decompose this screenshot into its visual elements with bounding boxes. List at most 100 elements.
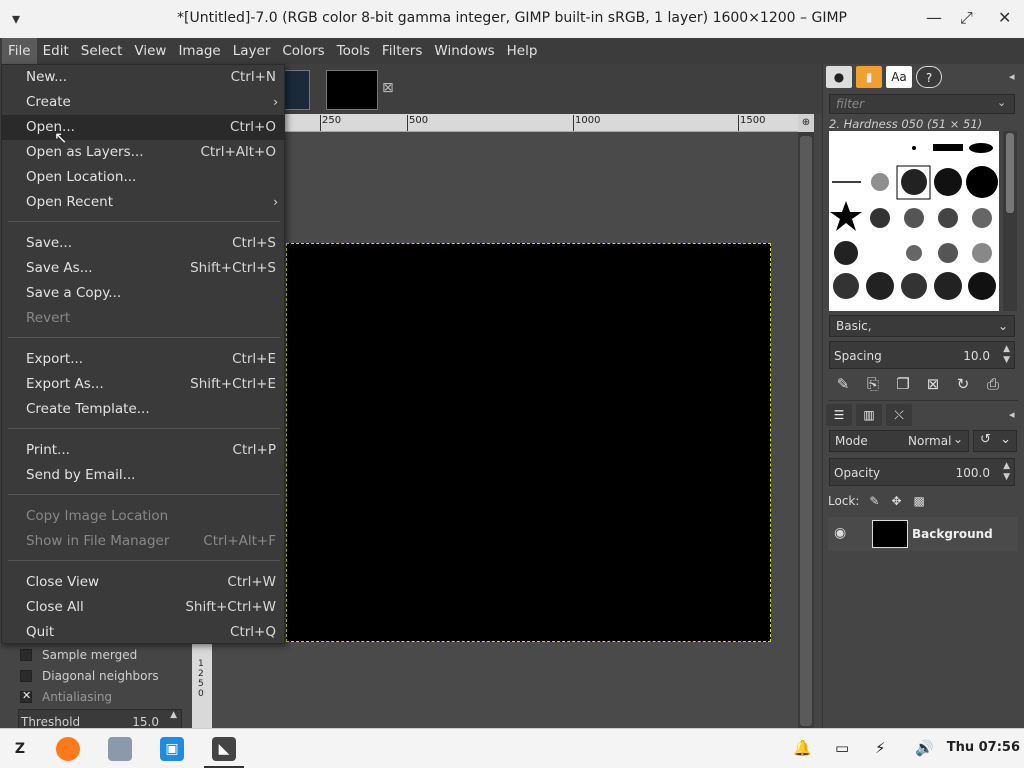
chevron-down-icon: ⌄ [952, 432, 963, 446]
vertical-scrollbar[interactable] [798, 132, 814, 728]
menu-item-new[interactable]: New... Ctrl+N [2, 65, 284, 90]
threshold-spin[interactable]: Threshold 15.0 ▲ [18, 709, 182, 729]
files-icon[interactable] [108, 737, 132, 761]
brush-scrollbar[interactable] [1003, 131, 1017, 311]
layers-tab-icon[interactable]: ☰ [826, 404, 852, 426]
menu-windows[interactable]: Windows [428, 38, 500, 64]
diagonal-neighbors-checkbox[interactable] [20, 670, 32, 682]
brush-scrollbar-thumb[interactable] [1006, 133, 1014, 213]
lock-position-icon[interactable]: ✥ [891, 494, 901, 508]
brush-tag-select[interactable]: Basic, ⌄ [829, 315, 1015, 337]
menu-item-create-template[interactable]: Create Template... [2, 397, 284, 422]
screen-icon[interactable]: ▭ [835, 739, 849, 757]
menu-item-open-recent[interactable]: Open Recent › [2, 190, 284, 215]
menu-item-save[interactable]: Save... Ctrl+S [2, 231, 284, 256]
mode-reset-button[interactable]: ↺ ⌄ [973, 430, 1017, 452]
menu-edit[interactable]: Edit [37, 38, 75, 64]
menu-item-save-as[interactable]: Save As... Shift+Ctrl+S [2, 256, 284, 281]
threshold-up-icon[interactable]: ▲ [170, 710, 177, 720]
clock[interactable]: Thu 07:56 [947, 740, 1020, 755]
image-canvas[interactable] [286, 243, 771, 642]
brush-grid[interactable] [829, 131, 999, 311]
dock-config-icon[interactable]: ◂ [1009, 70, 1015, 83]
zorin-menu-icon[interactable]: Z [8, 737, 32, 761]
diagonal-neighbors-option[interactable]: Diagonal neighbors [20, 669, 159, 683]
menu-item-open[interactable]: Open... Ctrl+O [2, 115, 284, 140]
menu-select[interactable]: Select [75, 38, 129, 64]
paths-tab-icon[interactable]: ⤬ [886, 404, 912, 426]
power-icon[interactable]: ⚡ [875, 739, 886, 757]
patterns-tab-icon[interactable]: ▮ [856, 66, 882, 88]
sample-merged-checkbox[interactable] [20, 649, 32, 661]
menu-colors[interactable]: Colors [276, 38, 330, 64]
scrollbar-thumb[interactable] [800, 136, 812, 726]
filter-dropdown-icon[interactable]: ⌄ [997, 96, 1006, 109]
fonts-tab-icon[interactable]: Aa [886, 66, 912, 88]
channels-tab-icon[interactable]: ▥ [856, 404, 882, 426]
software-store-icon[interactable]: ▣ [160, 737, 184, 761]
menu-item-print[interactable]: Print... Ctrl+P [2, 438, 284, 463]
menu-item-save-copy[interactable]: Save a Copy... [2, 281, 284, 306]
spacing-spin[interactable]: Spacing 10.0 ▲ ▼ [829, 341, 1015, 369]
menu-file[interactable]: File [2, 38, 37, 64]
spin-arrows-icon[interactable]: ▲ ▼ [1003, 344, 1010, 366]
menu-item-export-as[interactable]: Export As... Shift+Ctrl+E [2, 372, 284, 397]
sample-merged-option[interactable]: Sample merged [20, 648, 137, 662]
brushes-tab-icon[interactable]: ● [826, 66, 852, 88]
help-tab-icon[interactable]: ? [916, 66, 942, 88]
menu-layer[interactable]: Layer [227, 38, 277, 64]
dock-divider[interactable] [828, 400, 1018, 401]
close-tab-icon[interactable]: ⊠ [382, 80, 394, 96]
menu-item-accel: Shift+Ctrl+E [190, 376, 276, 392]
gimp-taskbar-icon[interactable]: ◣ [212, 737, 236, 761]
duplicate-brush-icon[interactable]: ❐ [888, 375, 918, 393]
menu-item-open-as-layers[interactable]: Open as Layers... Ctrl+Alt+O [2, 140, 284, 165]
menu-item-quit[interactable]: Quit Ctrl+Q [2, 620, 284, 645]
edit-brush-icon[interactable]: ✎ [828, 375, 858, 393]
menu-filters[interactable]: Filters [376, 38, 428, 64]
eye-icon[interactable]: ◉ [834, 525, 846, 541]
menu-item-accel: Ctrl+Alt+F [203, 533, 276, 549]
image-tab-untitled[interactable] [326, 70, 378, 110]
menu-image[interactable]: Image [172, 38, 226, 64]
menu-item-close-all[interactable]: Close All Shift+Ctrl+W [2, 595, 284, 620]
menu-item-export[interactable]: Export... Ctrl+E [2, 347, 284, 372]
refresh-brushes-icon[interactable]: ↻ [948, 375, 978, 393]
layer-row[interactable]: ◉ Background [828, 517, 1018, 551]
menu-item-create[interactable]: Create › [2, 90, 284, 115]
menu-item-open-location[interactable]: Open Location... [2, 165, 284, 190]
menu-view[interactable]: View [128, 38, 172, 64]
open-brush-folder-icon[interactable]: ⎙ [978, 375, 1008, 393]
delete-brush-icon[interactable]: ⊠ [918, 375, 948, 393]
lock-alpha-icon[interactable]: ▩ [914, 494, 925, 508]
maximize-icon[interactable]: ⤢ [960, 8, 973, 28]
new-brush-icon[interactable]: ⎘ [858, 375, 888, 393]
dock-config-icon[interactable]: ◂ [1009, 408, 1015, 421]
menu-item-label: Save a Copy... [26, 285, 122, 301]
menu-help[interactable]: Help [501, 38, 544, 64]
close-icon[interactable]: ✕ [998, 8, 1011, 27]
opacity-label: Opacity [834, 466, 881, 480]
menu-item-copy-location[interactable]: Copy Image Location [2, 504, 284, 529]
menu-item-label: New... [26, 69, 68, 85]
opacity-spin[interactable]: Opacity 100.0 ▲ ▼ [829, 458, 1015, 486]
spin-arrows-icon[interactable]: ▲ ▼ [1003, 461, 1010, 483]
menu-item-accel: Ctrl+P [232, 442, 276, 458]
firefox-icon[interactable] [56, 737, 80, 761]
lock-pixels-icon[interactable]: ✎ [869, 494, 879, 508]
menu-item-close-view[interactable]: Close View Ctrl+W [2, 570, 284, 595]
volume-icon[interactable]: 🔊 [915, 739, 934, 757]
menu-item-label: Create [26, 94, 71, 110]
navigate-icon[interactable]: ⊕ [798, 114, 814, 132]
menu-item-show-file-manager[interactable]: Show in File Manager Ctrl+Alt+F [2, 529, 284, 554]
notifications-icon[interactable]: 🔔 [793, 739, 812, 757]
antialiasing-checkbox[interactable] [20, 689, 32, 703]
mode-select[interactable]: Mode Normal ⌄ [829, 430, 969, 452]
window-title: *[Untitled]-7.0 (RGB color 8-bit gamma i… [177, 10, 847, 26]
menu-item-revert[interactable]: Revert [2, 306, 284, 331]
antialiasing-option[interactable]: Antialiasing [20, 689, 112, 704]
minimize-icon[interactable]: — [926, 8, 942, 27]
menu-tools[interactable]: Tools [331, 38, 376, 64]
menu-item-send-email[interactable]: Send by Email... [2, 463, 284, 488]
brush-filter-input[interactable]: filter [829, 94, 1015, 114]
